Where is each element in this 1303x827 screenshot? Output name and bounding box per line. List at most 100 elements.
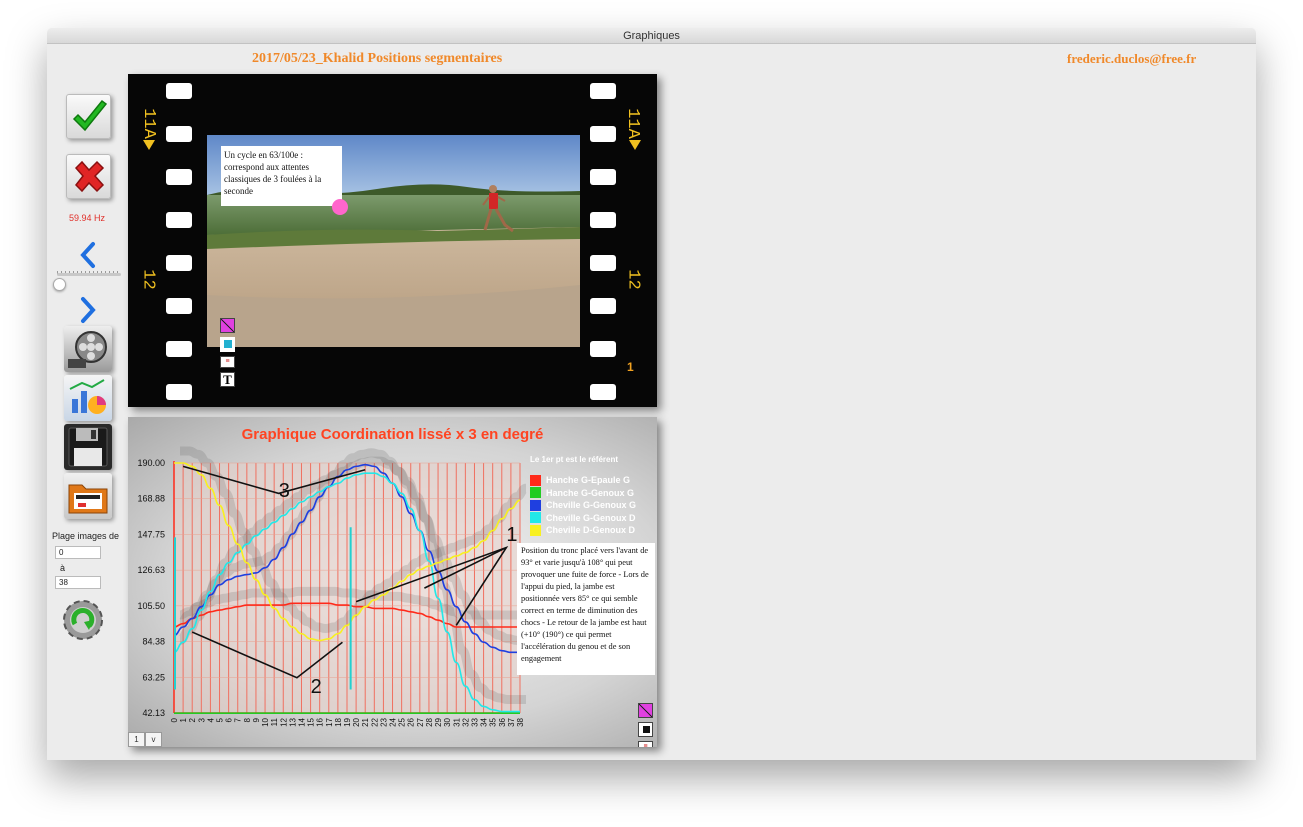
- annotation-number: 2: [311, 676, 322, 698]
- color-picker-swatch[interactable]: [220, 318, 235, 333]
- gear-refresh-icon: [63, 600, 103, 640]
- save-button[interactable]: [64, 424, 112, 470]
- x-tick-label: 12: [279, 717, 288, 726]
- legend-item[interactable]: Cheville G-Genoux G: [530, 499, 648, 512]
- frame-slider[interactable]: [57, 273, 121, 276]
- x-tick-label: 2: [188, 717, 197, 722]
- x-tick-label: 31: [452, 717, 461, 726]
- chart-button[interactable]: [64, 375, 112, 421]
- frame-drawing-tools: ≡ T: [220, 318, 236, 391]
- sprocket-hole: [166, 212, 192, 228]
- x-tick-label: 11: [270, 717, 279, 726]
- x-tick-label: 14: [297, 717, 306, 726]
- sprocket-hole: [590, 212, 616, 228]
- author-email: frederic.duclos@free.fr: [1067, 51, 1197, 66]
- sprocket-hole: [590, 169, 616, 185]
- folder-icon: [68, 484, 108, 514]
- x-tick-label: 29: [434, 717, 443, 726]
- page-number-button[interactable]: 1: [128, 732, 145, 747]
- legend-item[interactable]: Cheville D-Genoux D: [530, 524, 648, 537]
- legend-item[interactable]: Cheville G-Genoux D: [530, 512, 648, 525]
- page-dropdown-button[interactable]: v: [145, 732, 162, 747]
- range-label: Plage images de: [52, 531, 120, 541]
- film-marker-mid-left: 12: [138, 269, 158, 290]
- legend-label: Hanche G-Genoux G: [546, 487, 635, 498]
- next-frame-button[interactable]: [76, 296, 100, 324]
- sprocket-hole: [166, 255, 192, 271]
- close-icon: [74, 160, 105, 193]
- x-tick-label: 3: [197, 717, 206, 722]
- y-tick-label: 105.50: [137, 601, 165, 611]
- sprocket-hole: [590, 341, 616, 357]
- legend-reference-note: Le 1er pt est le référent: [530, 455, 619, 464]
- legend-label: Cheville G-Genoux G: [546, 500, 637, 511]
- x-tick-label: 30: [443, 717, 452, 726]
- x-tick-label: 4: [206, 717, 215, 722]
- sprocket-hole: [590, 83, 616, 99]
- x-tick-label: 22: [370, 717, 379, 726]
- line-style-stepper[interactable]: ≡: [220, 356, 235, 368]
- x-tick-label: 13: [288, 717, 297, 726]
- x-tick-label: 34: [480, 717, 489, 726]
- range-from-input[interactable]: 0: [55, 546, 101, 559]
- legend-item[interactable]: Hanche G-Epaule G: [530, 474, 648, 487]
- color-picker-swatch[interactable]: [638, 703, 653, 718]
- sprocket-hole: [166, 384, 192, 400]
- range-to-label: à: [60, 563, 66, 573]
- y-tick-label: 42.13: [142, 708, 165, 718]
- legend-label: Cheville D-Genoux D: [546, 525, 636, 536]
- cancel-button[interactable]: [66, 154, 111, 199]
- x-tick-label: 35: [489, 717, 498, 726]
- x-tick-label: 1: [179, 717, 188, 722]
- sprocket-hole: [166, 169, 192, 185]
- fill-swatch[interactable]: [220, 337, 235, 352]
- sprocket-hole: [590, 255, 616, 271]
- sprocket-hole: [590, 384, 616, 400]
- y-tick-label: 126.63: [137, 565, 165, 575]
- video-frame-viewer: 11A 12 11A 12 1 Un cycle en 63/100e: co…: [128, 74, 657, 407]
- chart-pager: 1 v: [128, 732, 162, 747]
- page-title: 2017/05/23_Khalid Positions segmentaires: [252, 51, 503, 66]
- fill-swatch[interactable]: [638, 722, 653, 737]
- refresh-button[interactable]: [57, 594, 109, 646]
- x-tick-label: 23: [379, 717, 388, 726]
- y-tick-label: 168.88: [137, 494, 165, 504]
- y-tick-label: 190.00: [137, 458, 165, 468]
- x-tick-label: 25: [398, 717, 407, 726]
- film-marker-triangle: [143, 140, 155, 150]
- x-tick-label: 0: [170, 717, 179, 722]
- x-tick-label: 15: [307, 717, 316, 726]
- film-marker-mid-right: 12: [623, 269, 643, 290]
- film-marker-triangle: [629, 140, 641, 150]
- y-tick-label: 147.75: [137, 529, 165, 539]
- legend-item[interactable]: Hanche G-Genoux G: [530, 487, 648, 500]
- sprocket-hole: [166, 341, 192, 357]
- floppy-disk-icon: [68, 427, 108, 467]
- annotation-marker[interactable]: [332, 199, 348, 215]
- film-reel-icon: [68, 331, 107, 368]
- x-tick-label: 16: [316, 717, 325, 726]
- x-tick-label: 37: [507, 717, 516, 726]
- frame-number: 1: [627, 360, 634, 374]
- x-tick-label: 38: [516, 717, 525, 726]
- previous-frame-button[interactable]: [76, 241, 100, 269]
- x-tick-label: 26: [407, 717, 416, 726]
- annotation-number: 3: [279, 480, 290, 502]
- chart-icon: [69, 379, 106, 414]
- range-to-input[interactable]: 38: [55, 576, 101, 589]
- frame-annotation: Un cycle en 63/100e : correspond aux att…: [221, 146, 342, 206]
- line-style-stepper[interactable]: ≡: [638, 741, 653, 747]
- validate-button[interactable]: [66, 94, 111, 139]
- text-tool-icon[interactable]: T: [220, 372, 235, 387]
- checkmark-icon: [72, 99, 108, 132]
- film-marker-top-left: 11A: [138, 108, 158, 139]
- coordination-chart-panel: 190.00 168.88 147.75 126.63 105.50 84.38 63.25…: [128, 417, 657, 747]
- open-folder-button[interactable]: [64, 473, 112, 519]
- legend-label: Cheville G-Genoux D: [546, 512, 636, 523]
- x-tick-label: 17: [325, 717, 334, 726]
- frame-slider-thumb[interactable]: [53, 278, 66, 291]
- chart-legend: Le 1er pt est le référent Hanche G-Epaul…: [530, 455, 648, 537]
- annotation-number: 1: [506, 524, 517, 546]
- sprocket-hole: [166, 298, 192, 314]
- video-reel-button[interactable]: [64, 326, 112, 372]
